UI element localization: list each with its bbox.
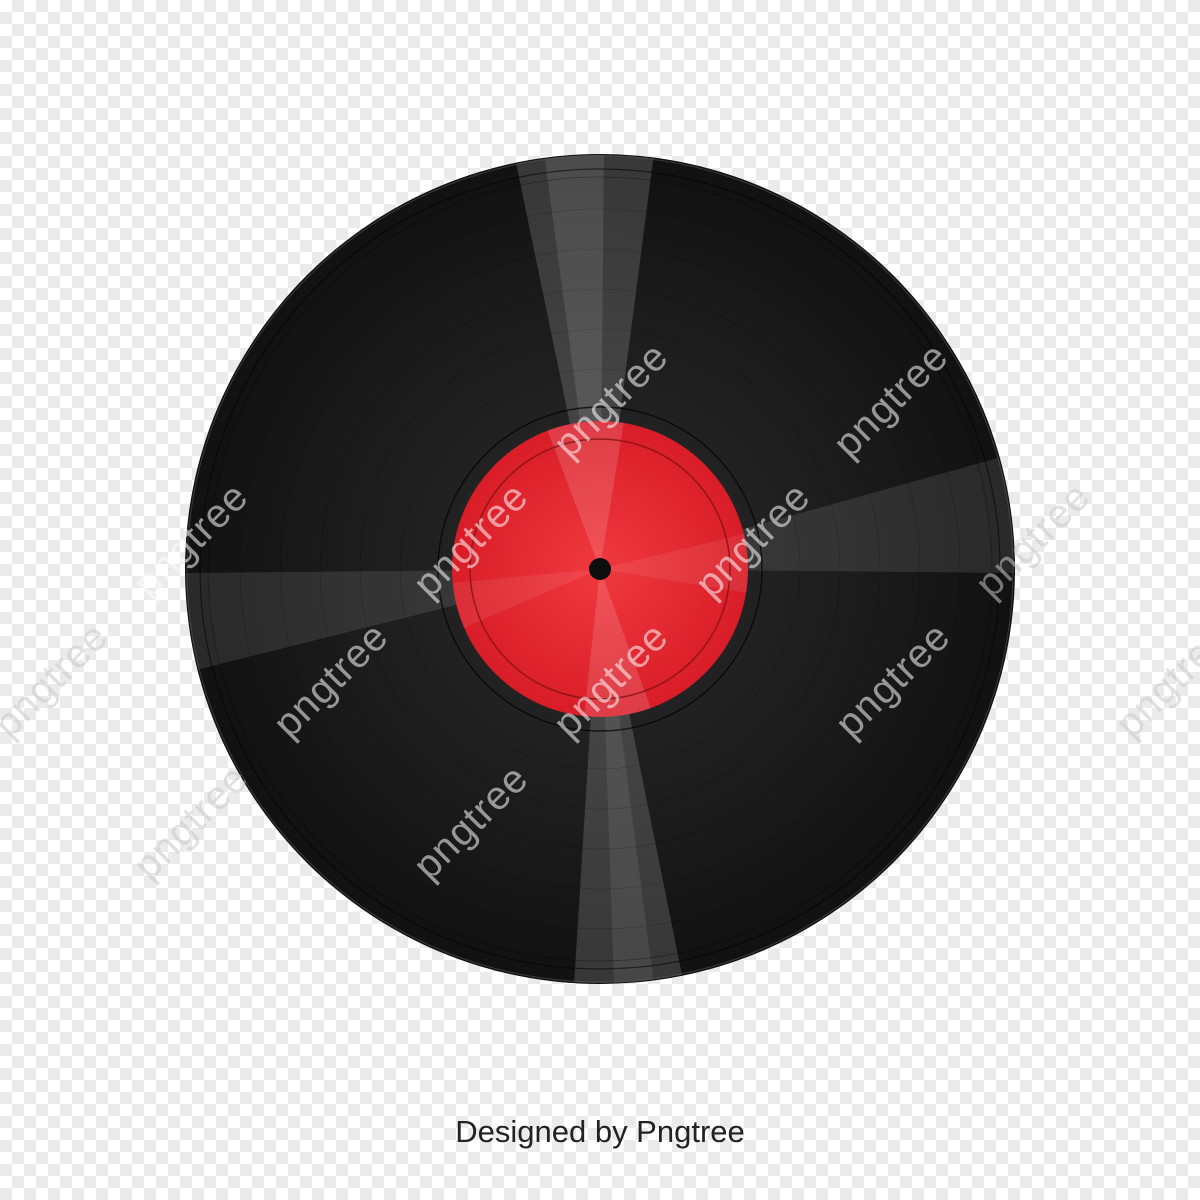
vinyl-record	[184, 153, 1016, 985]
watermark: pngtree	[1106, 614, 1200, 747]
designer-credit: Designed by Pngtree	[455, 1114, 745, 1149]
watermark: pngtree	[0, 614, 117, 747]
vinyl-record-graphic	[185, 154, 1015, 984]
canvas: pngtree pngtree pngtree pngtree pngtree …	[0, 0, 1200, 1200]
spindle-hole	[589, 558, 611, 580]
